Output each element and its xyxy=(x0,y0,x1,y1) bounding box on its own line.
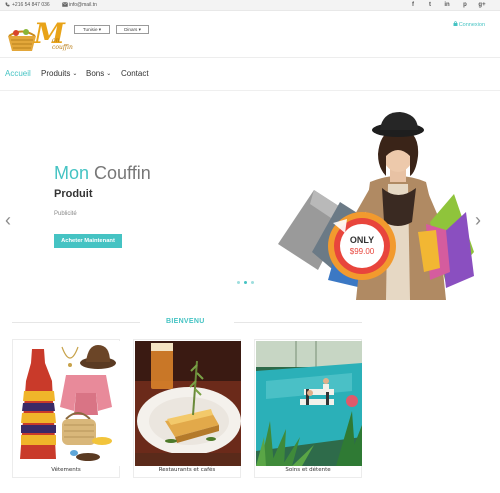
logo-text: on couffin xyxy=(52,37,73,51)
nav-item-label: Bons xyxy=(86,69,105,78)
phone-contact: +216 54 847 036 xyxy=(5,1,50,10)
slider-dot[interactable] xyxy=(244,281,247,284)
site-logo[interactable]: M on couffin xyxy=(6,18,73,54)
login-label: Connexion xyxy=(458,22,485,28)
price-badge-ring xyxy=(328,212,396,280)
country-select[interactable]: Tunisie ▾ xyxy=(74,25,110,34)
nav-item-produits[interactable]: Produits ⌄ xyxy=(41,69,77,79)
restaurant-image xyxy=(135,341,241,466)
clothing-image xyxy=(14,341,120,466)
price-badge-price: $99.00 xyxy=(349,247,375,256)
slider-dot[interactable] xyxy=(251,281,254,284)
email-text: info@mail.tn xyxy=(69,2,97,8)
hero-title: Mon Couffin xyxy=(54,162,151,184)
twitter-icon[interactable]: t xyxy=(425,1,435,10)
social-links: f t in p g+ xyxy=(408,1,488,10)
price-badge: ONLY $99.00 xyxy=(327,211,397,281)
slider-prev-arrow[interactable]: ‹ xyxy=(5,211,11,229)
hero-subtitle: Produit xyxy=(54,188,93,200)
card-caption: Restaurants et cafés xyxy=(158,467,216,473)
category-card-restaurants[interactable]: Restaurants et cafés xyxy=(133,339,241,478)
top-bar: +216 54 847 036 info@mail.tn f t in p g+ xyxy=(0,0,500,11)
nav-item-accueil[interactable]: Accueil xyxy=(5,69,31,79)
lock-icon xyxy=(453,21,458,28)
buy-now-button[interactable]: Acheter Maintenant xyxy=(54,234,122,248)
header-divider xyxy=(0,57,500,58)
section-divider-left xyxy=(12,322,140,323)
nav-item-label: Contact xyxy=(121,69,149,78)
price-badge-label: ONLY xyxy=(349,235,375,245)
chevron-down-icon: ⌄ xyxy=(106,71,112,77)
card-caption: Soins et détente xyxy=(285,467,331,473)
card-caption: Vêtements xyxy=(51,467,81,473)
currency-select[interactable]: Dinars ▾ xyxy=(116,25,149,34)
linkedin-icon[interactable]: in xyxy=(442,1,452,10)
nav-item-bons[interactable]: Bons ⌄ xyxy=(86,69,111,79)
hero-description: Publicité xyxy=(54,211,77,217)
facebook-icon[interactable]: f xyxy=(408,1,418,10)
chevron-down-icon: ⌄ xyxy=(72,71,78,77)
hero-title-brand: Mon xyxy=(54,163,90,183)
category-card-vetements[interactable]: Vêtements xyxy=(12,339,120,478)
login-link[interactable]: Connexion xyxy=(453,21,485,28)
nav-item-label: Produits xyxy=(41,69,71,78)
phone-icon xyxy=(5,2,10,7)
envelope-icon xyxy=(62,2,68,7)
hero-title-rest: Couffin xyxy=(94,163,151,183)
section-divider-right xyxy=(234,322,362,323)
slider-next-arrow[interactable]: › xyxy=(475,211,481,229)
spa-image xyxy=(256,341,362,466)
pinterest-icon[interactable]: p xyxy=(460,1,470,10)
category-card-soins[interactable]: Soins et détente xyxy=(254,339,362,478)
slider-pagination xyxy=(237,281,257,285)
email-contact[interactable]: info@mail.tn xyxy=(62,1,97,10)
nav-item-contact[interactable]: Contact xyxy=(121,69,149,79)
google-plus-icon[interactable]: g+ xyxy=(477,1,487,10)
phone-text: +216 54 847 036 xyxy=(12,2,50,8)
slider-dot[interactable] xyxy=(237,281,240,284)
nav-item-label: Accueil xyxy=(5,69,31,78)
section-title: BIENVENU xyxy=(166,318,205,325)
